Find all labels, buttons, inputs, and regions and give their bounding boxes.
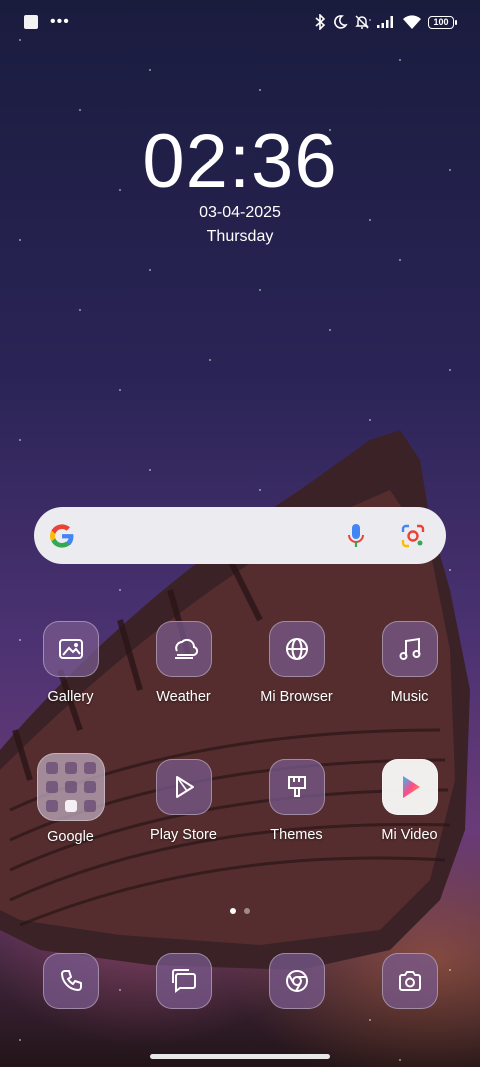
muted-bell-icon — [355, 15, 369, 29]
clock-date: 03-04-2025 — [199, 204, 281, 221]
google-lens-icon[interactable] — [400, 523, 426, 549]
dock-camera[interactable] — [353, 953, 466, 1009]
gesture-navigation-bar[interactable] — [150, 1054, 330, 1059]
gallery-icon — [42, 621, 99, 677]
camera-icon — [381, 953, 438, 1009]
dock-phone[interactable] — [14, 953, 127, 1009]
app-label: Mi Browser — [260, 689, 333, 705]
themes-icon — [268, 759, 325, 815]
google-search-bar[interactable] — [34, 507, 446, 564]
app-label: Gallery — [47, 689, 94, 705]
app-label: Themes — [270, 827, 323, 843]
status-bar: ••• 100 — [24, 10, 457, 34]
app-label: Play Store — [150, 827, 217, 843]
messages-icon — [155, 953, 212, 1009]
globe-icon — [268, 621, 325, 677]
google-logo-icon — [50, 523, 74, 548]
mi-video-icon — [381, 759, 438, 815]
weather-icon — [155, 621, 212, 677]
play-store-icon — [155, 759, 212, 815]
battery-icon: 100 — [428, 15, 457, 29]
dock-messages[interactable] — [127, 953, 240, 1009]
phone-icon — [42, 953, 99, 1009]
app-mi-video[interactable]: Mi Video — [353, 759, 466, 843]
more-notifications-icon: ••• — [50, 13, 70, 30]
clock-time[interactable]: 02:36 — [0, 118, 480, 205]
app-label: Google — [47, 829, 94, 845]
app-play-store[interactable]: Play Store — [127, 759, 240, 843]
folder-icon — [36, 753, 105, 821]
wifi-icon — [403, 15, 421, 29]
dock-chrome[interactable] — [240, 953, 353, 1009]
app-themes[interactable]: Themes — [240, 759, 353, 843]
page-indicator[interactable] — [0, 908, 480, 914]
app-gallery[interactable]: Gallery — [14, 621, 127, 705]
app-weather[interactable]: Weather — [127, 621, 240, 705]
app-label: Weather — [156, 689, 211, 705]
cellular-signal-icon — [377, 16, 393, 28]
clock-day: Thursday — [206, 228, 274, 245]
voice-search-mic-icon[interactable] — [344, 522, 368, 550]
notification-square-icon — [24, 15, 38, 29]
do-not-disturb-moon-icon — [334, 15, 348, 29]
app-label: Mi Video — [381, 827, 438, 843]
chrome-icon — [268, 953, 325, 1009]
page-dot-active[interactable] — [230, 908, 236, 914]
app-music[interactable]: Music — [353, 621, 466, 705]
app-folder-google[interactable]: Google — [14, 753, 127, 845]
battery-level: 100 — [433, 17, 449, 27]
app-label: Music — [390, 689, 429, 705]
music-icon — [381, 621, 438, 677]
app-mi-browser[interactable]: Mi Browser — [240, 621, 353, 705]
page-dot[interactable] — [244, 908, 250, 914]
bluetooth-icon — [315, 14, 326, 30]
